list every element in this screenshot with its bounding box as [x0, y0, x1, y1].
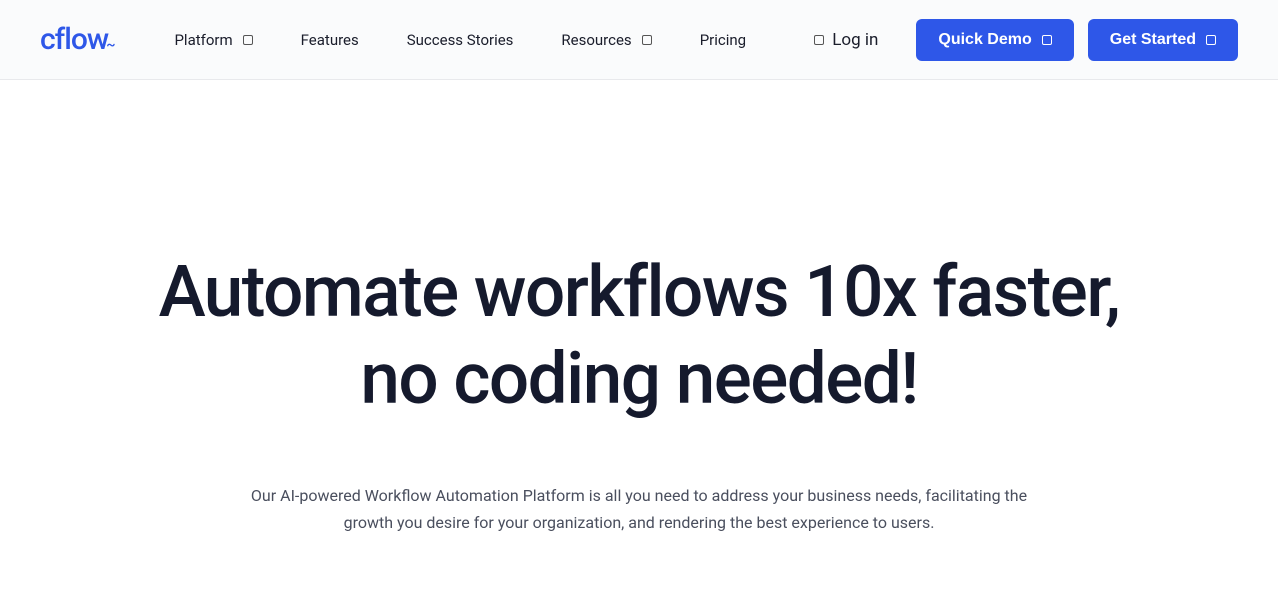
quick-demo-button[interactable]: Quick Demo [916, 19, 1073, 61]
arrow-icon [1042, 35, 1052, 45]
get-started-button[interactable]: Get Started [1088, 19, 1238, 61]
nav-label: Success Stories [407, 31, 514, 49]
main-nav: Platform Features Success Stories Resour… [174, 31, 746, 49]
site-header: cflow~ Platform Features Success Stories… [0, 0, 1278, 80]
brand-name: cflow [40, 22, 108, 57]
login-label: Log in [832, 30, 878, 50]
nav-label: Platform [174, 31, 232, 49]
brand-logo[interactable]: cflow~ [40, 22, 114, 57]
button-label: Quick Demo [938, 31, 1031, 49]
nav-item-resources[interactable]: Resources [561, 31, 651, 49]
logo-accent-icon: ~ [106, 37, 114, 53]
arrow-icon [1206, 35, 1216, 45]
chevron-down-icon [642, 35, 652, 45]
nav-item-platform[interactable]: Platform [174, 31, 252, 49]
hero-subtitle: Our AI-powered Workflow Automation Platf… [229, 483, 1049, 536]
chevron-down-icon [243, 35, 253, 45]
hero-section: Automate workflows 10x faster, no coding… [0, 80, 1278, 536]
hero-title: Automate workflows 10x faster, no coding… [139, 250, 1139, 423]
nav-label: Pricing [700, 31, 746, 49]
nav-label: Features [301, 31, 359, 49]
nav-item-pricing[interactable]: Pricing [700, 31, 746, 49]
nav-item-success-stories[interactable]: Success Stories [407, 31, 514, 49]
button-label: Get Started [1110, 31, 1196, 49]
login-link[interactable]: Log in [814, 30, 878, 50]
nav-label: Resources [561, 31, 631, 49]
nav-item-features[interactable]: Features [301, 31, 359, 49]
login-icon [814, 35, 824, 45]
